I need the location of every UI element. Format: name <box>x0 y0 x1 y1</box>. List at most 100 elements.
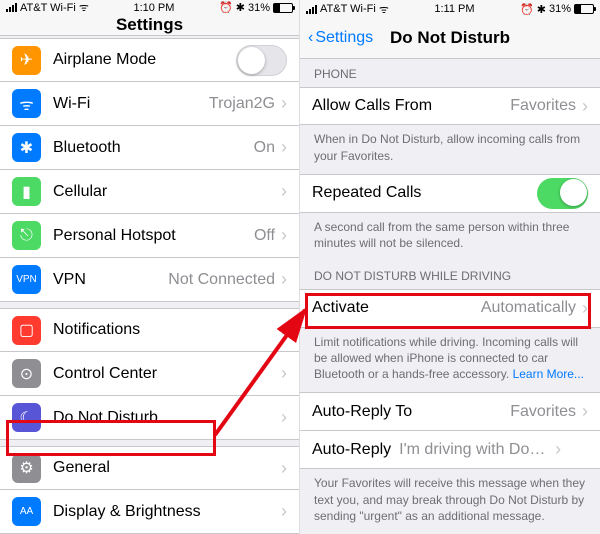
chevron-right-icon: › <box>281 181 287 202</box>
navbar: Settings <box>0 15 299 36</box>
activate-row[interactable]: Activate Automatically › <box>300 289 600 328</box>
bluetooth-icon: ✱ <box>12 133 41 162</box>
alarm-icon: ⏰ <box>219 1 233 14</box>
do-not-disturb-screen: AT&T Wi-Fi ᯤ 1:11 PM ⏰ ✱ 31% ‹ Settings … <box>300 0 600 534</box>
status-bar: AT&T Wi-Fi ᯤ 1:11 PM ⏰ ✱ 31% <box>300 0 600 18</box>
chevron-right-icon: › <box>582 298 588 319</box>
chevron-right-icon: › <box>582 96 588 117</box>
row-value: Automatically <box>481 299 576 317</box>
repeated-calls-toggle[interactable] <box>537 178 588 209</box>
settings-row-do-not-disturb[interactable]: ☾ Do Not Disturb› <box>0 396 299 440</box>
row-label: Activate <box>312 299 481 317</box>
section-header-phone: PHONE <box>300 59 600 87</box>
repeated-calls-row[interactable]: Repeated Calls <box>300 174 600 213</box>
signal-icon <box>306 5 317 14</box>
learn-more-link[interactable]: Learn More... <box>513 367 584 381</box>
control-center-icon: ⊙ <box>12 359 41 388</box>
wifi-icon: ᯤ <box>79 0 89 15</box>
chevron-right-icon: › <box>555 439 561 460</box>
settings-row-control-center[interactable]: ⊙ Control Center› <box>0 352 299 396</box>
back-button[interactable]: ‹ Settings <box>308 29 373 47</box>
auto-reply-row[interactable]: Auto-Reply I'm driving with Do Not Distu… <box>300 431 600 470</box>
chevron-right-icon: › <box>281 501 287 522</box>
signal-icon <box>6 3 17 12</box>
chevron-right-icon: › <box>281 93 287 114</box>
wifi-icon: ᯤ <box>379 2 389 17</box>
carrier-label: AT&T Wi-Fi <box>20 2 76 14</box>
row-value: Favorites <box>510 97 576 115</box>
row-value: Trojan2G <box>209 95 275 113</box>
row-label: Cellular <box>53 183 275 201</box>
airplane-mode-icon: ✈ <box>12 46 41 75</box>
row-label: Auto-Reply <box>312 441 391 459</box>
settings-row-wi-fi[interactable]: ᯤWi-FiTrojan2G› <box>0 82 299 126</box>
row-label: VPN <box>53 271 168 289</box>
row-label: Repeated Calls <box>312 184 537 202</box>
chevron-right-icon: › <box>281 225 287 246</box>
settings-row-display-&-brightness[interactable]: AA Display & Brightness› <box>0 490 299 534</box>
chevron-right-icon: › <box>281 269 287 290</box>
status-bar: AT&T Wi-Fi ᯤ 1:10 PM ⏰ ✱ 31% <box>0 0 299 15</box>
vpn-icon: VPN <box>12 265 41 294</box>
cellular-icon: ▮ <box>12 177 41 206</box>
row-label: Display & Brightness <box>53 503 281 521</box>
bluetooth-icon: ✱ <box>537 3 546 16</box>
row-label: Control Center <box>53 365 281 383</box>
repeated-calls-footer: A second call from the same person withi… <box>300 213 600 261</box>
clock: 1:10 PM <box>133 2 174 14</box>
row-value: Favorites <box>510 403 576 421</box>
notifications-icon: ▢ <box>12 316 41 345</box>
section-header-driving: DO NOT DISTURB WHILE DRIVING <box>300 261 600 289</box>
bluetooth-icon: ✱ <box>236 1 245 14</box>
settings-screen: AT&T Wi-Fi ᯤ 1:10 PM ⏰ ✱ 31% Settings ✈ A… <box>0 0 300 534</box>
navbar: ‹ Settings Do Not Disturb <box>300 18 600 58</box>
personal-hotspot-icon: ⎋ <box>12 221 41 250</box>
battery-percent: 31% <box>549 3 571 15</box>
carrier-label: AT&T Wi-Fi <box>320 3 376 15</box>
row-label: Personal Hotspot <box>53 227 254 245</box>
chevron-left-icon: ‹ <box>308 29 313 47</box>
chevron-right-icon: › <box>281 363 287 384</box>
general-icon: ⚙ <box>12 454 41 483</box>
settings-row-personal-hotspot[interactable]: ⎋ Personal HotspotOff › <box>0 214 299 258</box>
row-value: Not Connected <box>168 271 275 289</box>
battery-percent: 31% <box>248 2 270 14</box>
row-label: Allow Calls From <box>312 97 510 115</box>
row-label: Do Not Disturb <box>53 409 281 427</box>
do-not-disturb-icon: ☾ <box>12 403 41 432</box>
row-value: I'm driving with Do Not Distu... <box>399 441 549 459</box>
wi-fi-icon: ᯤ <box>12 89 41 118</box>
settings-row-general[interactable]: ⚙ General› <box>0 446 299 490</box>
page-title: Settings <box>116 15 183 35</box>
page-title: Do Not Disturb <box>390 28 510 48</box>
alarm-icon: ⏰ <box>520 3 534 16</box>
settings-row-bluetooth[interactable]: ✱ BluetoothOn › <box>0 126 299 170</box>
row-label: Airplane Mode <box>53 51 236 69</box>
chevron-right-icon: › <box>281 320 287 341</box>
settings-row-airplane-mode[interactable]: ✈ Airplane Mode <box>0 38 299 82</box>
auto-reply-footer: Your Favorites will receive this message… <box>300 469 600 534</box>
row-value: On <box>254 139 275 157</box>
battery-icon <box>273 3 293 13</box>
activate-footer: Limit notifications while driving. Incom… <box>300 328 600 393</box>
clock: 1:11 PM <box>434 3 474 15</box>
airplane-mode-toggle[interactable] <box>236 45 287 76</box>
chevron-right-icon: › <box>281 458 287 479</box>
display-&-brightness-icon: AA <box>12 497 41 526</box>
row-value: Off <box>254 227 275 245</box>
row-label: Notifications <box>53 321 281 339</box>
chevron-right-icon: › <box>281 137 287 158</box>
settings-row-cellular[interactable]: ▮ Cellular › <box>0 170 299 214</box>
settings-row-vpn[interactable]: VPNVPNNot Connected› <box>0 258 299 302</box>
row-label: Auto-Reply To <box>312 403 510 421</box>
allow-calls-from-row[interactable]: Allow Calls From Favorites › <box>300 87 600 126</box>
auto-reply-to-row[interactable]: Auto-Reply To Favorites › <box>300 392 600 431</box>
settings-row-notifications[interactable]: ▢ Notifications› <box>0 308 299 352</box>
row-label: General <box>53 459 281 477</box>
battery-icon <box>574 4 594 14</box>
back-label: Settings <box>315 29 373 47</box>
allow-calls-footer: When in Do Not Disturb, allow incoming c… <box>300 125 600 173</box>
row-label: Bluetooth <box>53 139 254 157</box>
chevron-right-icon: › <box>281 407 287 428</box>
chevron-right-icon: › <box>582 401 588 422</box>
